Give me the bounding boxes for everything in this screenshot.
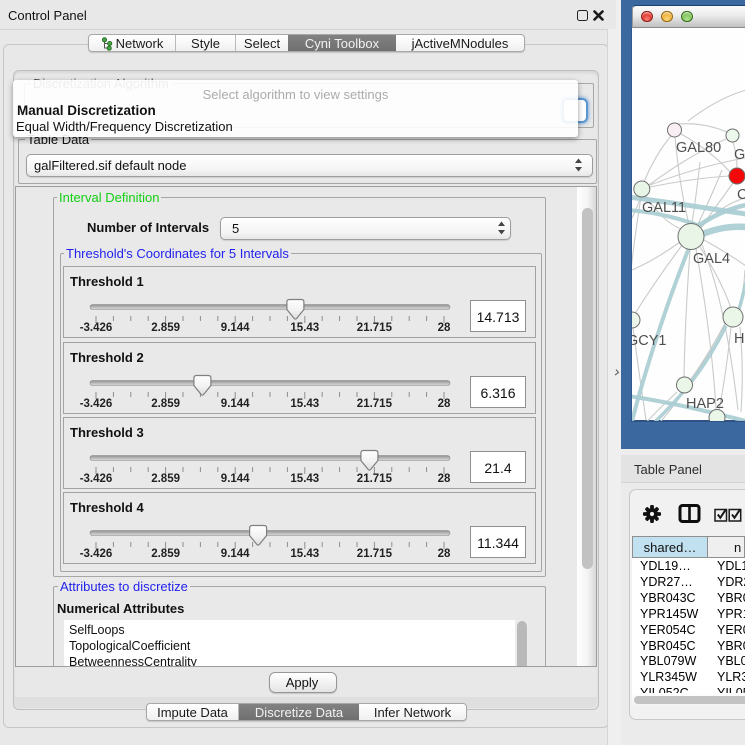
svg-text:H: H <box>734 331 744 347</box>
svg-text:15.43: 15.43 <box>290 398 319 410</box>
svg-text:9.144: 9.144 <box>221 398 250 410</box>
svg-text:28: 28 <box>438 322 451 334</box>
svg-text:GCY1: GCY1 <box>632 333 667 349</box>
svg-text:21.715: 21.715 <box>357 398 393 410</box>
svg-text:28: 28 <box>438 473 451 485</box>
svg-text:-3.426: -3.426 <box>80 322 113 334</box>
svg-text:2.859: 2.859 <box>151 398 180 410</box>
svg-text:21.715: 21.715 <box>357 548 393 560</box>
svg-text:15.43: 15.43 <box>290 473 319 485</box>
svg-text:15.43: 15.43 <box>290 322 319 334</box>
svg-text:GAL80: GAL80 <box>676 140 721 156</box>
svg-text:GA: GA <box>734 147 745 163</box>
svg-text:28: 28 <box>438 398 451 410</box>
svg-text:9.144: 9.144 <box>221 473 250 485</box>
svg-text:GAL11: GAL11 <box>642 200 686 216</box>
svg-text:21.715: 21.715 <box>357 322 393 334</box>
svg-text:HAP2: HAP2 <box>686 396 724 412</box>
svg-text:28: 28 <box>438 548 451 560</box>
svg-text:2.859: 2.859 <box>151 473 180 485</box>
svg-text:2.859: 2.859 <box>151 322 180 334</box>
svg-text:-3.426: -3.426 <box>80 548 113 560</box>
svg-text:9.144: 9.144 <box>221 322 250 334</box>
svg-text:2.859: 2.859 <box>151 548 180 560</box>
svg-text:-3.426: -3.426 <box>80 473 113 485</box>
svg-text:GAL4: GAL4 <box>693 251 730 267</box>
svg-text:-3.426: -3.426 <box>80 398 113 410</box>
svg-text:C: C <box>737 187 745 203</box>
svg-text:15.43: 15.43 <box>290 548 319 560</box>
svg-text:9.144: 9.144 <box>221 548 250 560</box>
svg-text:21.715: 21.715 <box>357 473 393 485</box>
